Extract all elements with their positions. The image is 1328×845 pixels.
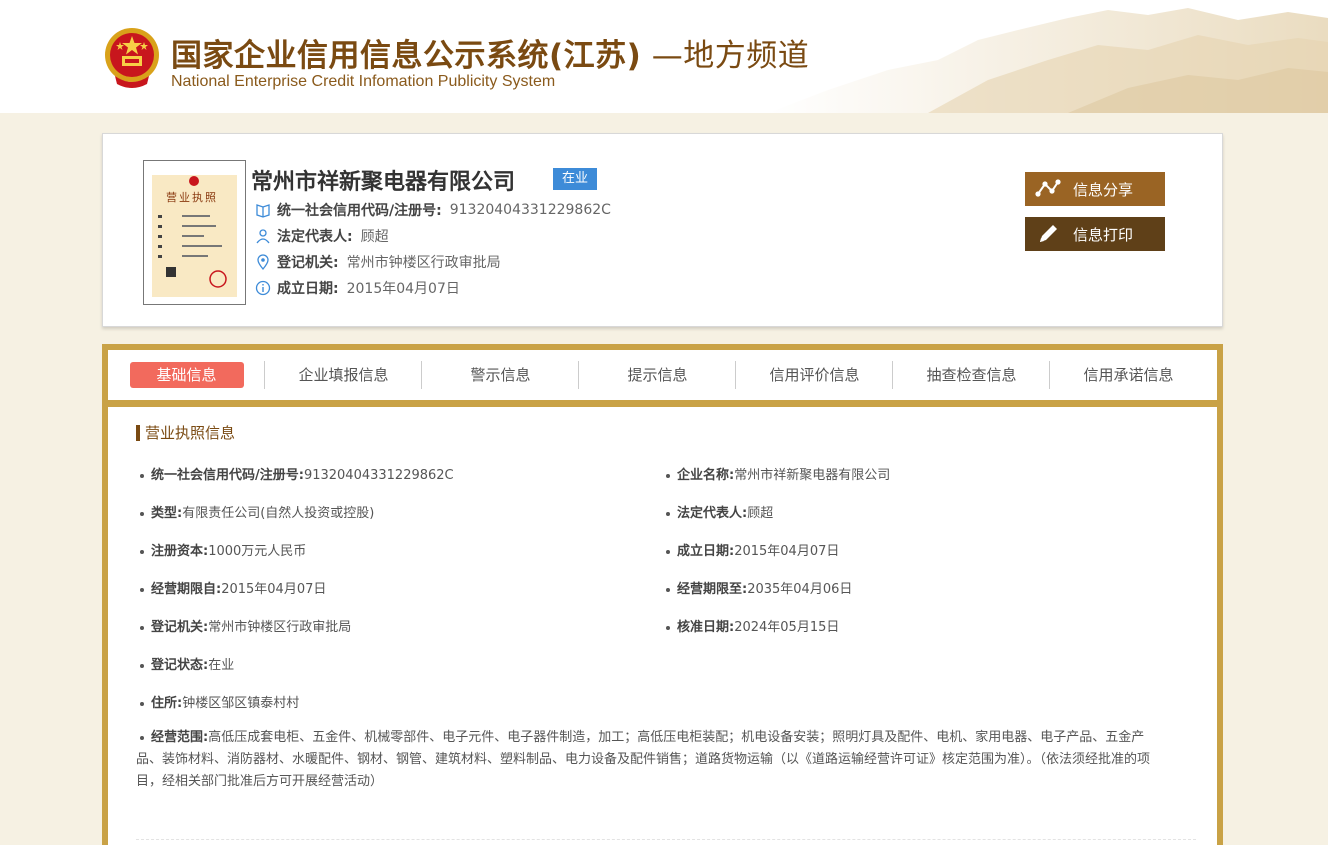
share-nodes-icon [1035, 179, 1061, 197]
print-button-label: 信息打印 [1073, 225, 1134, 244]
field-reg-status: 登记状态:在业 [140, 654, 234, 673]
field-business-scope-value: 高低压成套电柜、五金件、机械零部件、电子元件、电子器件制造，加工；高低压电柜装配… [136, 730, 1151, 789]
tab-credit-commitment-label: 信用承诺信息 [1083, 366, 1174, 384]
company-summary-card: 营业执照 常州市祥新聚电器有限公司 在业 统一社会信用代码/注册号: 91320… [102, 133, 1223, 327]
field-legal-rep: 法定代表人:顾超 [666, 502, 773, 521]
field-approved-date: 核准日期:2024年05月15日 [666, 616, 839, 635]
field-authority-value: 常州市钟楼区行政审批局 [208, 620, 352, 635]
field-legal-rep-value: 顾超 [747, 506, 774, 521]
field-reg-status-label: 登记状态: [151, 658, 209, 673]
site-header: 国家企业信用信息公示系统(江苏) —地方频道 National Enterpri… [0, 0, 1328, 113]
tab-enterprise-report-label: 企业填报信息 [298, 366, 389, 384]
detail-panel: 基础信息 企业填报信息 警示信息 提示信息 信用评价信息 抽查检查信息 信用承诺… [102, 344, 1223, 845]
tab-credit-commitment[interactable]: 信用承诺信息 [1050, 350, 1207, 400]
site-title: 国家企业信用信息公示系统(江苏) —地方频道 [171, 38, 810, 74]
tab-bar: 基础信息 企业填报信息 警示信息 提示信息 信用评价信息 抽查检查信息 信用承诺… [108, 350, 1217, 400]
section-title: 营业执照信息 [136, 422, 235, 443]
tab-inspection-info[interactable]: 抽查检查信息 [893, 350, 1050, 400]
field-legal-rep-label: 法定代表人: [677, 506, 748, 521]
license-text-lines [158, 176, 227, 288]
company-name: 常州市祥新聚电器有限公司 [251, 170, 516, 195]
site-title-english: National Enterprise Credit Infomation Pu… [171, 73, 556, 90]
tab-notice-info[interactable]: 提示信息 [579, 350, 736, 400]
field-founded-date-value: 2015年04月07日 [734, 544, 840, 559]
field-term-to-label: 经营期限至: [677, 582, 748, 597]
tab-credit-rating[interactable]: 信用评价信息 [736, 350, 893, 400]
field-term-from-label: 经营期限自: [151, 582, 222, 597]
field-business-scope: 经营范围:高低压成套电柜、五金件、机械零部件、电子元件、电子器件制造，加工；高低… [136, 727, 1166, 793]
print-button[interactable]: 信息打印 [1025, 217, 1165, 251]
field-credit-code-value: 91320404331229862C [303, 468, 454, 483]
tab-notice-info-label: 提示信息 [627, 366, 688, 384]
field-capital: 注册资本:1000万元人民币 [140, 540, 306, 559]
field-term-from: 经营期限自:2015年04月07日 [140, 578, 326, 597]
section-divider [136, 839, 1196, 840]
credit-code-label: 统一社会信用代码/注册号: [277, 203, 442, 219]
field-founded-date: 成立日期:2015年04月07日 [666, 540, 839, 559]
field-term-to-value: 2035年04月06日 [747, 582, 853, 597]
tab-enterprise-report[interactable]: 企业填报信息 [265, 350, 422, 400]
section-title-text: 营业执照信息 [145, 424, 236, 442]
field-credit-code-label: 统一社会信用代码/注册号: [151, 468, 304, 483]
field-business-scope-label: 经营范围: [151, 730, 209, 745]
field-type: 类型:有限责任公司(自然人投资或控股) [140, 502, 374, 521]
legal-rep-row: 法定代表人: 顾超 [255, 226, 389, 246]
credit-code-row: 统一社会信用代码/注册号: 91320404331229862C [255, 200, 611, 220]
authority-value: 常州市钟楼区行政审批局 [346, 255, 501, 271]
field-address-value: 钟楼区邹区镇泰村村 [182, 696, 300, 711]
license-paper: 营业执照 [152, 175, 237, 297]
business-license-thumbnail[interactable]: 营业执照 [143, 160, 246, 305]
field-address-label: 住所: [151, 696, 183, 711]
tab-inspection-info-label: 抽查检查信息 [926, 366, 1017, 384]
field-credit-code: 统一社会信用代码/注册号:91320404331229862C [140, 464, 454, 483]
legal-rep-label: 法定代表人: [277, 229, 353, 245]
field-founded-date-label: 成立日期: [677, 544, 735, 559]
tab-credit-rating-label: 信用评价信息 [769, 366, 860, 384]
field-authority-label: 登记机关: [151, 620, 209, 635]
person-icon [256, 229, 270, 244]
field-authority: 登记机关:常州市钟楼区行政审批局 [140, 616, 351, 635]
section-title-bar [136, 424, 140, 441]
founded-date-label: 成立日期: [277, 281, 339, 297]
field-approved-date-value: 2024年05月15日 [734, 620, 840, 635]
site-title-suffix: —地方频道 [641, 38, 810, 74]
pencil-icon [1040, 225, 1057, 242]
location-pin-icon [257, 254, 269, 270]
field-company-name-value: 常州市祥新聚电器有限公司 [734, 468, 891, 483]
authority-row: 登记机关: 常州市钟楼区行政审批局 [255, 252, 501, 272]
basic-info-content: 营业执照信息 统一社会信用代码/注册号:91320404331229862C 企… [108, 407, 1217, 845]
field-approved-date-label: 核准日期: [677, 620, 735, 635]
share-button-label: 信息分享 [1073, 180, 1134, 199]
field-capital-label: 注册资本: [151, 544, 209, 559]
field-term-from-value: 2015年04月07日 [221, 582, 327, 597]
field-reg-status-value: 在业 [208, 658, 235, 673]
share-button[interactable]: 信息分享 [1025, 172, 1165, 206]
tab-warning-info[interactable]: 警示信息 [422, 350, 579, 400]
book-icon [256, 204, 270, 218]
field-term-to: 经营期限至:2035年04月06日 [666, 578, 852, 597]
authority-label: 登记机关: [277, 255, 339, 271]
founded-date-value: 2015年04月07日 [346, 281, 460, 297]
field-capital-value: 1000万元人民币 [208, 544, 307, 559]
info-circle-icon [255, 280, 271, 296]
founded-date-row: 成立日期: 2015年04月07日 [255, 278, 460, 298]
tab-warning-info-label: 警示信息 [470, 366, 531, 384]
national-emblem-icon [105, 28, 159, 88]
field-company-name: 企业名称:常州市祥新聚电器有限公司 [666, 464, 890, 483]
status-badge: 在业 [553, 168, 597, 190]
field-type-value: 有限责任公司(自然人投资或控股) [182, 506, 375, 521]
tab-basic-info-label: 基础信息 [129, 362, 244, 388]
legal-rep-value: 顾超 [360, 229, 389, 245]
credit-code-value: 91320404331229862C [449, 202, 611, 218]
field-company-name-label: 企业名称: [677, 468, 735, 483]
tab-basic-info[interactable]: 基础信息 [108, 350, 265, 400]
field-address: 住所:钟楼区邹区镇泰村村 [140, 692, 299, 711]
field-type-label: 类型: [151, 506, 183, 521]
mountain-landscape-decoration [768, 8, 1328, 113]
